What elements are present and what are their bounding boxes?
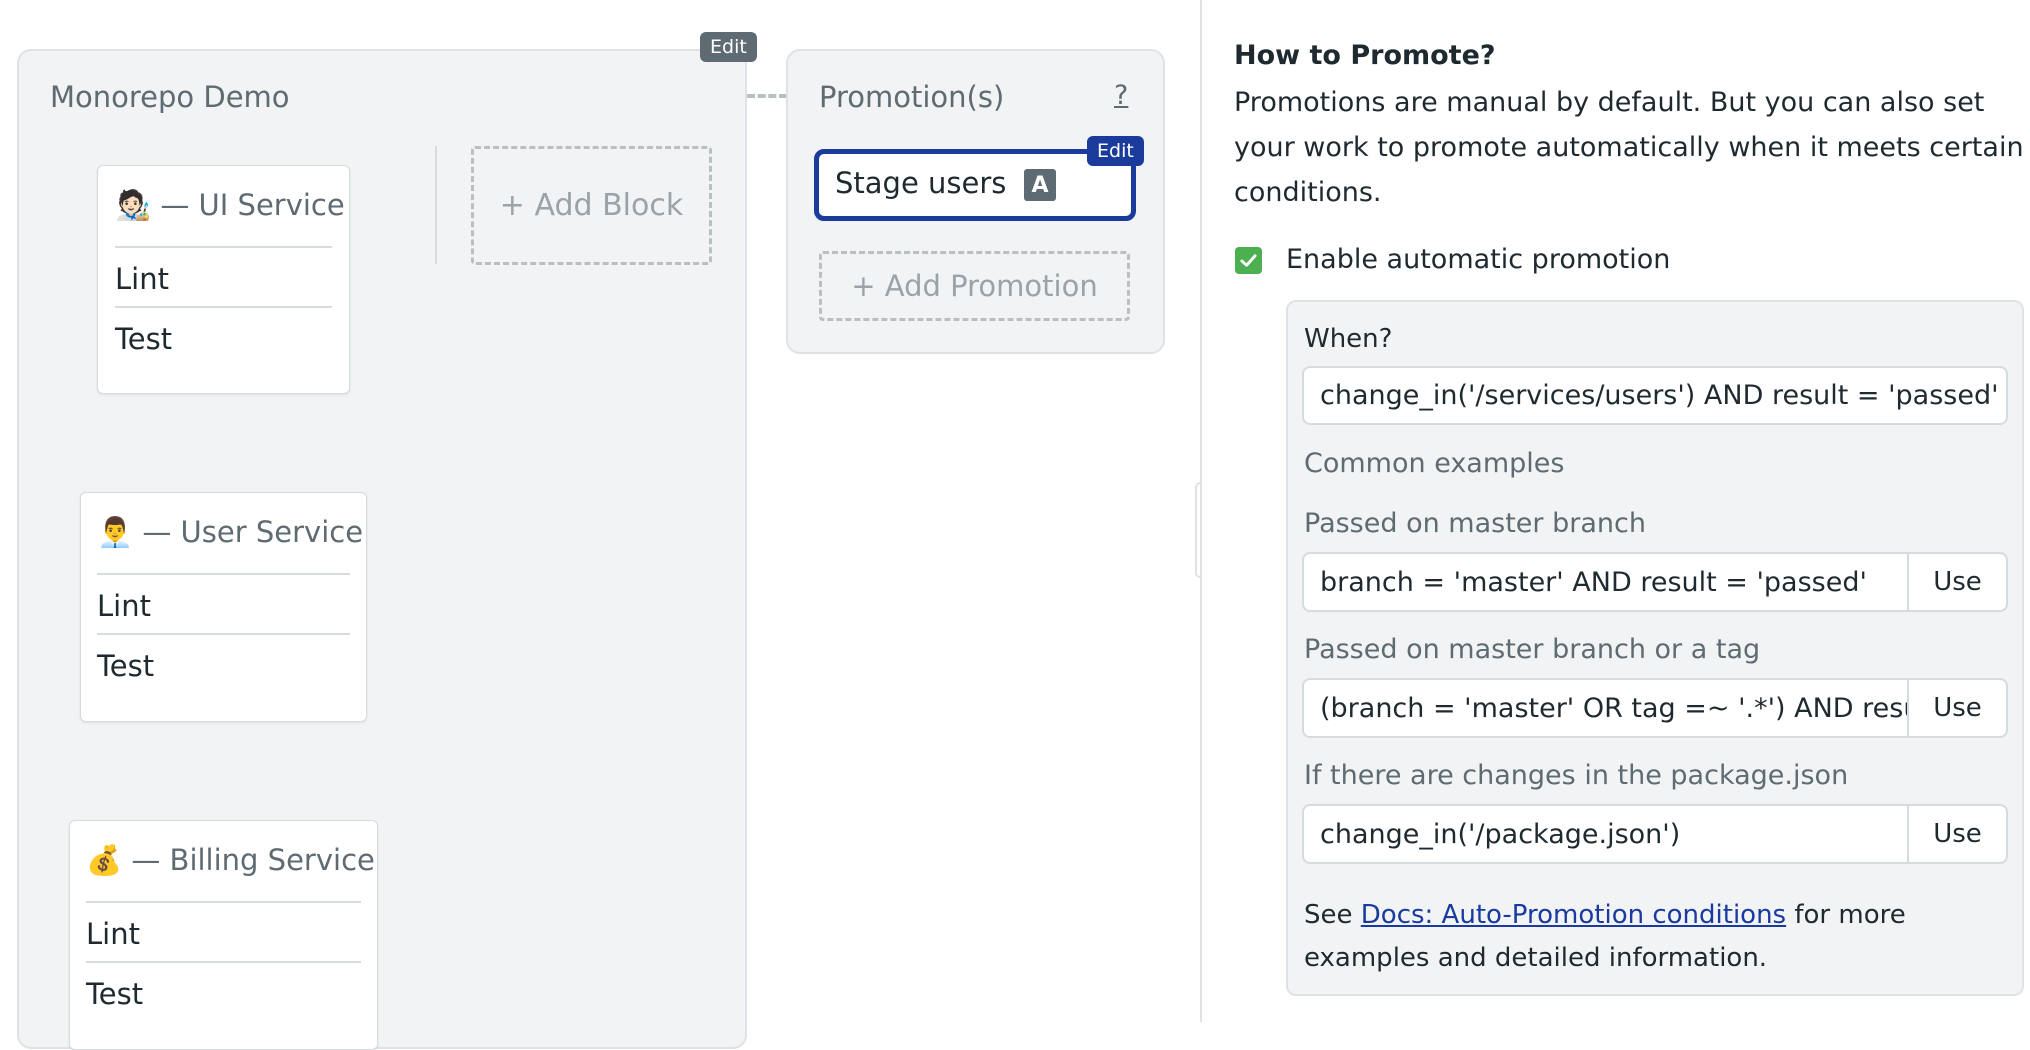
- use-example-button[interactable]: Use: [1909, 804, 2008, 864]
- when-condition-input[interactable]: change_in('/services/users') AND result …: [1302, 366, 2008, 425]
- enable-auto-promotion-label[interactable]: Enable automatic promotion: [1286, 244, 1670, 275]
- use-example-button[interactable]: Use: [1909, 552, 2008, 612]
- job-test[interactable]: Test: [86, 961, 361, 1021]
- pipeline-connector: [747, 94, 787, 98]
- pipeline-edit-button[interactable]: Edit: [700, 32, 757, 62]
- docs-prefix: See: [1304, 900, 1361, 930]
- example-condition-field[interactable]: branch = 'master' AND result = 'passed': [1302, 552, 1909, 612]
- block-name: — Billing Service: [131, 843, 375, 877]
- block-user-service[interactable]: 👨‍💼 — User Service Lint Test: [80, 492, 367, 722]
- job-test[interactable]: Test: [97, 633, 350, 693]
- block-ui-service[interactable]: 🧑🏻‍🎨 — UI Service Lint Test: [97, 165, 350, 394]
- pipeline-title: Monorepo Demo: [50, 80, 290, 114]
- add-block-button[interactable]: + Add Block: [471, 146, 712, 265]
- block-header: 👨‍💼 — User Service: [97, 515, 363, 550]
- sidebar-description: Promotions are manual by default. But yo…: [1234, 87, 2024, 208]
- promotion-name: Stage users: [835, 166, 1007, 200]
- help-icon[interactable]: ?: [1114, 80, 1128, 111]
- block-name: — User Service: [142, 515, 364, 549]
- auto-promotion-badge: A: [1024, 169, 1056, 201]
- example-label: Passed on master branch or a tag: [1304, 634, 1761, 665]
- block-header: 💰 — Billing Service: [86, 843, 375, 878]
- example-condition-field[interactable]: (branch = 'master' OR tag =~ '.*') AND r…: [1302, 678, 1909, 738]
- enable-auto-promotion-checkbox[interactable]: [1235, 247, 1262, 274]
- example-label: If there are changes in the package.json: [1304, 760, 1849, 791]
- block-billing-service[interactable]: 💰 — Billing Service Lint Test: [69, 820, 378, 1050]
- artist-emoji-icon: 🧑🏻‍🎨: [115, 188, 152, 222]
- common-examples-title: Common examples: [1304, 448, 1565, 479]
- when-label: When?: [1304, 324, 1393, 354]
- example-label: Passed on master branch: [1304, 508, 1646, 539]
- promotions-title: Promotion(s): [819, 80, 1005, 114]
- docs-link[interactable]: Docs: Auto-Promotion conditions: [1361, 900, 1786, 930]
- job-test[interactable]: Test: [115, 306, 332, 366]
- job-lint[interactable]: Lint: [86, 901, 361, 961]
- example-condition-field[interactable]: change_in('/package.json'): [1302, 804, 1909, 864]
- checkmark-icon: [1240, 254, 1257, 267]
- block-name: — UI Service: [160, 188, 345, 222]
- docs-note: See Docs: Auto-Promotion conditions for …: [1304, 894, 2014, 980]
- sidebar-heading: How to Promote?: [1234, 40, 1496, 71]
- use-example-button[interactable]: Use: [1909, 678, 2008, 738]
- job-lint[interactable]: Lint: [115, 246, 332, 306]
- money-bag-emoji-icon: 💰: [86, 843, 123, 877]
- block-header: 🧑🏻‍🎨 — UI Service: [115, 188, 345, 223]
- block-divider: [435, 146, 437, 264]
- add-promotion-button[interactable]: + Add Promotion: [819, 251, 1130, 321]
- job-lint[interactable]: Lint: [97, 573, 350, 633]
- businessman-emoji-icon: 👨‍💼: [97, 515, 134, 549]
- promotion-edit-button[interactable]: Edit: [1087, 136, 1144, 166]
